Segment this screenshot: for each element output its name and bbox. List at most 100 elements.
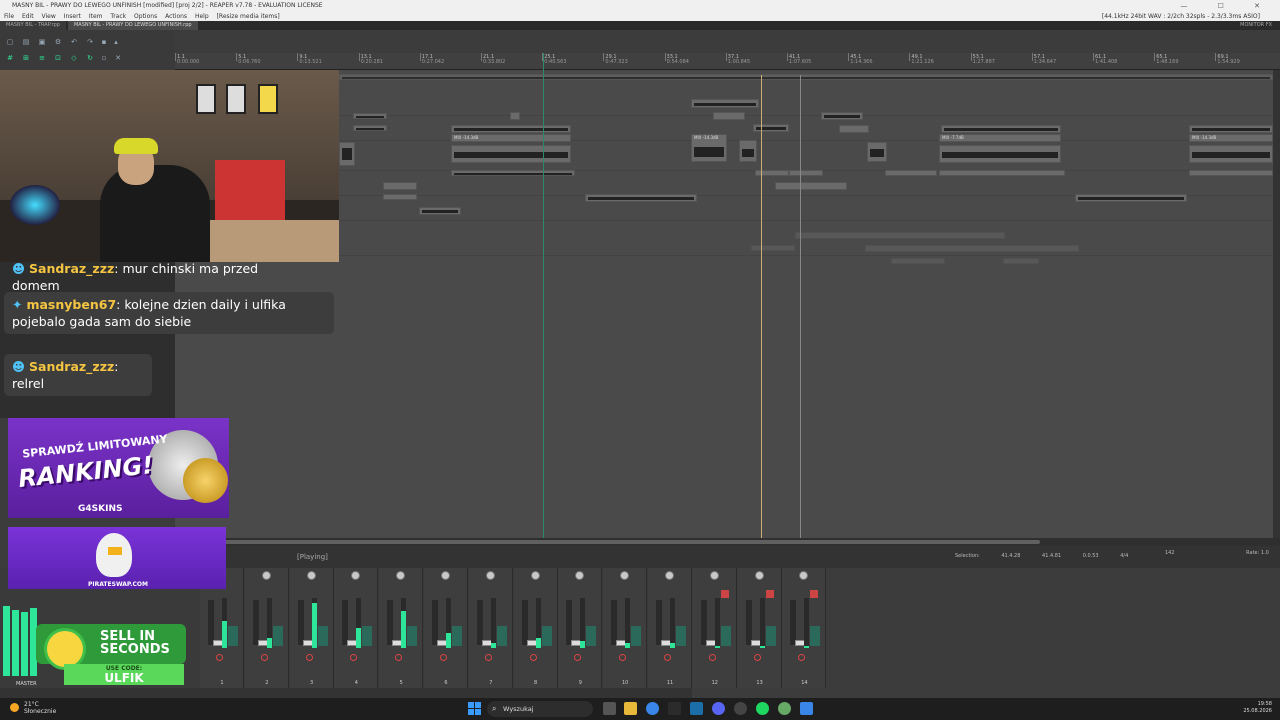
fx-button[interactable] [810, 626, 821, 646]
volume-fader[interactable] [700, 600, 718, 646]
media-item[interactable] [789, 170, 823, 176]
volume-fader[interactable] [566, 600, 584, 646]
undo-icon[interactable]: ↶ [70, 38, 78, 46]
record-arm-icon[interactable] [619, 654, 627, 661]
fx-button[interactable] [765, 626, 776, 646]
menu-track[interactable]: Track [110, 13, 126, 20]
volume-fader[interactable] [656, 600, 673, 646]
mixer-strip[interactable]: 12 [692, 568, 737, 688]
pan-knob[interactable] [396, 571, 406, 580]
grid-icon[interactable]: # [6, 54, 14, 62]
media-item[interactable] [691, 99, 759, 108]
media-item[interactable]: MIX -7.7dB [939, 134, 1061, 142]
mixer-strip[interactable]: 7 [468, 568, 513, 688]
browser-icon[interactable] [778, 702, 791, 715]
menu-view[interactable]: View [42, 13, 56, 20]
record-arm-icon[interactable] [484, 654, 492, 661]
record-arm-icon[interactable] [305, 654, 313, 661]
open-project-icon[interactable]: ▤ [22, 38, 30, 46]
selection-end[interactable]: 41.4.81 [1042, 553, 1061, 559]
bpm-value[interactable]: 142 [1165, 550, 1175, 556]
record-arm-icon[interactable] [395, 654, 403, 661]
pan-knob[interactable] [485, 571, 495, 580]
task-view-icon[interactable] [603, 702, 616, 715]
pan-knob[interactable] [530, 571, 540, 580]
media-item[interactable] [510, 112, 520, 120]
media-item-muted[interactable] [1003, 258, 1039, 264]
redo-icon[interactable]: ↷ [86, 38, 94, 46]
media-item[interactable] [383, 182, 417, 190]
media-item[interactable] [451, 170, 575, 176]
record-arm-icon[interactable] [574, 654, 582, 661]
menu-actions[interactable]: Actions [165, 13, 187, 20]
fx-button[interactable] [676, 626, 686, 646]
file-explorer-icon[interactable] [624, 702, 637, 715]
fx-button[interactable] [631, 626, 642, 646]
pan-knob[interactable] [575, 571, 585, 580]
media-item[interactable] [939, 170, 1065, 176]
media-item[interactable] [339, 142, 355, 166]
armed-indicator[interactable] [720, 590, 729, 598]
volume-fader[interactable] [432, 600, 449, 646]
mixer-strip[interactable]: 6 [424, 568, 468, 688]
media-item[interactable] [713, 112, 745, 120]
menu-help[interactable]: Help [195, 13, 209, 20]
project-tab-active[interactable]: MASNY BIL - PRAWY DO LEWEGO UNFINISH.rpp [67, 21, 198, 30]
media-item[interactable]: MIX -14.3dB [691, 134, 727, 162]
pan-knob[interactable] [261, 571, 271, 580]
weather-widget[interactable]: 21°C Słonecznie [10, 701, 56, 715]
volume-fader[interactable] [476, 600, 494, 646]
discord-icon[interactable] [712, 702, 725, 715]
lock-toggle-icon[interactable]: ▫ [100, 54, 108, 62]
media-item[interactable] [383, 194, 417, 200]
fx-button[interactable] [452, 626, 462, 646]
new-project-icon[interactable]: ▢ [6, 38, 14, 46]
record-arm-icon[interactable] [440, 654, 447, 661]
media-item[interactable] [1075, 194, 1187, 202]
media-item[interactable] [1189, 170, 1273, 176]
crossfade-icon[interactable]: ✕ [114, 54, 122, 62]
media-item-muted[interactable] [751, 245, 795, 251]
pan-knob[interactable] [620, 571, 630, 580]
media-item[interactable] [585, 194, 697, 202]
media-item[interactable] [353, 125, 387, 131]
spotify-icon[interactable] [756, 702, 769, 715]
mixer-strip[interactable]: 3 [289, 568, 334, 688]
fx-button[interactable] [272, 626, 283, 646]
volume-fader[interactable] [252, 600, 270, 646]
selection-marker[interactable] [800, 75, 801, 538]
mixer-strip[interactable]: 9 [558, 568, 603, 688]
volume-fader[interactable] [611, 600, 629, 646]
metronome-icon[interactable]: ▴ [112, 38, 120, 46]
monitor-fx-button[interactable]: MONITOR FX [1240, 21, 1272, 30]
project-tab-trap[interactable]: MASNY BIL - TRAP.rpp [0, 21, 66, 30]
fx-button[interactable] [407, 626, 418, 646]
media-item[interactable] [451, 145, 571, 163]
armed-indicator[interactable] [765, 590, 774, 598]
pan-knob[interactable] [351, 571, 361, 580]
fx-button[interactable] [496, 626, 507, 646]
media-item[interactable] [839, 125, 869, 133]
media-item[interactable] [353, 113, 387, 119]
record-arm-icon[interactable] [753, 654, 761, 661]
lock-icon[interactable]: ▪ [100, 38, 108, 46]
fx-button[interactable] [720, 626, 731, 646]
media-item[interactable] [941, 125, 1061, 133]
volume-fader[interactable] [745, 600, 763, 646]
mixer-strip[interactable]: 5 [379, 568, 424, 688]
pan-knob[interactable] [709, 571, 719, 580]
fx-button[interactable] [586, 626, 597, 646]
reaper-icon[interactable] [800, 702, 813, 715]
loop-icon[interactable]: ↻ [86, 54, 94, 62]
horizontal-scrollbar[interactable] [175, 538, 1280, 546]
ripple-icon[interactable]: ≡ [38, 54, 46, 62]
edit-cursor[interactable] [761, 75, 762, 538]
taskbar-search[interactable]: ⌕ Wyszukaj [487, 701, 593, 717]
scroll-thumb[interactable] [220, 540, 1040, 544]
media-item[interactable] [419, 207, 461, 215]
envelope-icon[interactable]: ◇ [70, 54, 78, 62]
vertical-scrollbar[interactable] [1273, 70, 1280, 538]
volume-fader[interactable] [297, 600, 315, 646]
media-item[interactable] [867, 142, 887, 162]
save-project-icon[interactable]: ▣ [38, 38, 46, 46]
